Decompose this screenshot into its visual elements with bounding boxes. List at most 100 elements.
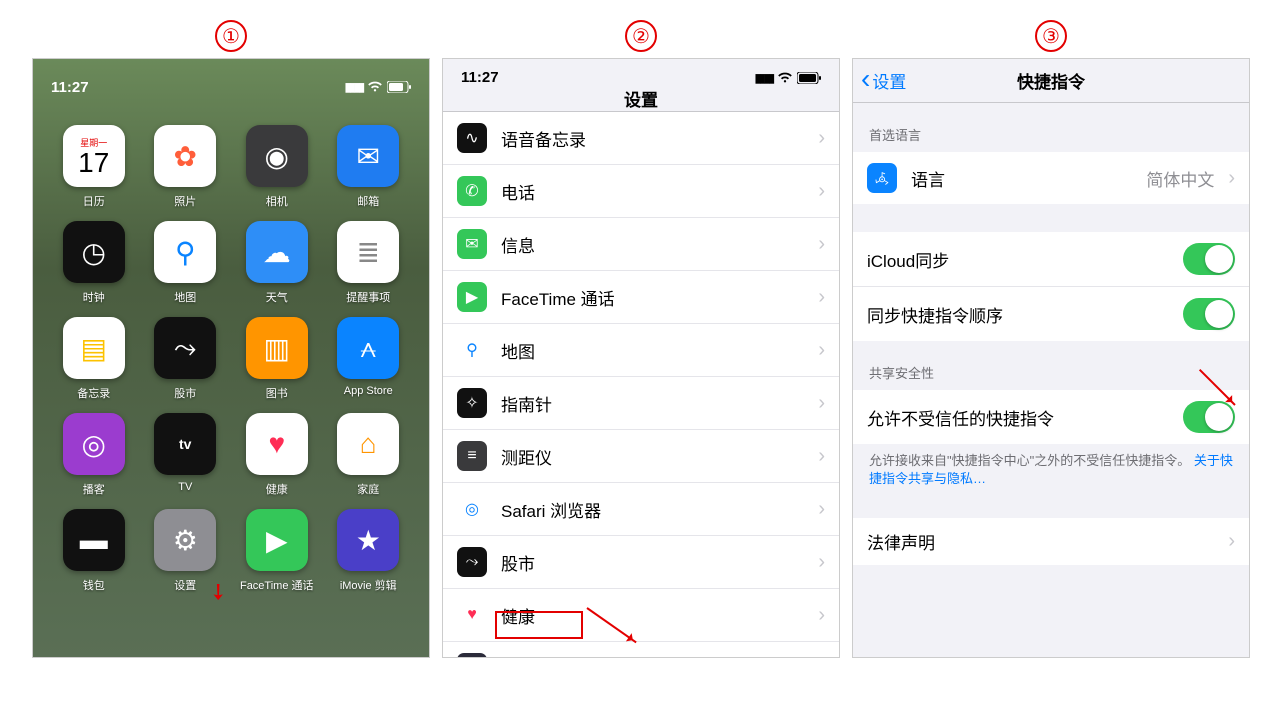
app-label: App Store xyxy=(344,385,393,397)
app-钱包[interactable]: ▬钱包 xyxy=(51,509,137,593)
status-icons: ▮▮▮▮ xyxy=(345,80,411,94)
step-badge-3: ③ xyxy=(1035,20,1067,52)
nav-bar: 设置 xyxy=(443,86,839,112)
app-label: 邮箱 xyxy=(357,193,379,209)
app-icon: ▥ xyxy=(246,317,308,379)
row-icon: ♥ xyxy=(457,600,487,630)
row-icon: ∿ xyxy=(457,123,487,153)
app-icon: ◉ xyxy=(246,125,308,187)
app-label: 图书 xyxy=(266,385,288,401)
app-iMovie 剪辑[interactable]: ★ iMovie 剪辑 xyxy=(326,509,412,593)
settings-row-指南针[interactable]: ✧指南针› xyxy=(443,377,839,430)
app-icon: ▤ xyxy=(63,317,125,379)
settings-row-电话[interactable]: ✆电话› xyxy=(443,165,839,218)
toggle-sync-order[interactable] xyxy=(1183,298,1235,330)
nav-back-label: 设置 xyxy=(872,68,906,93)
app-icon: ⌂ xyxy=(337,413,399,475)
app-TV[interactable]: tvTV xyxy=(143,413,229,497)
toggle-icloud-sync[interactable] xyxy=(1183,243,1235,275)
panel-home-screen: 11:27 ▮▮▮▮ 星期一17日历✿照片 ◉ 相机 ✉邮箱 ◷时钟 ⚲ 地图 ☁天气≣提醒事… xyxy=(32,58,430,658)
chevron-right-icon: › xyxy=(818,657,825,659)
toggle-allow-untrusted[interactable] xyxy=(1183,401,1235,433)
app-label: 播客 xyxy=(83,481,105,497)
settings-row-Safari 浏览器[interactable]: ◎Safari 浏览器› xyxy=(443,483,839,536)
status-bar: 11:27 ▮▮▮▮ xyxy=(443,59,839,86)
app-天气[interactable]: ☁天气 xyxy=(234,221,320,305)
app-icon: ⚙ xyxy=(154,509,216,571)
app-FaceTime 通话[interactable]: ▶FaceTime 通话 xyxy=(234,509,320,593)
app-播客[interactable]: ◎ 播客 xyxy=(51,413,137,497)
row-label: 测距仪 xyxy=(501,444,804,469)
app-健康[interactable]: ♥ 健康 xyxy=(234,413,320,497)
settings-row-语音备忘录[interactable]: ∿语音备忘录› xyxy=(443,112,839,165)
app-icon: ★ xyxy=(337,509,399,571)
row-icon: ◎ xyxy=(457,494,487,524)
app-label: 地图 xyxy=(174,289,196,305)
wifi-icon xyxy=(367,81,383,93)
app-label: TV xyxy=(178,481,192,493)
app-股市[interactable]: ⤳股市 xyxy=(143,317,229,401)
app-时钟[interactable]: ◷时钟 xyxy=(51,221,137,305)
app-label: iMovie 剪辑 xyxy=(340,577,397,593)
footer-text: 允许接收来自"快捷指令中心"之外的不受信任快捷指令。 xyxy=(869,453,1190,468)
settings-row-地图[interactable]: ⚲ 地图 › xyxy=(443,324,839,377)
settings-row-测距仪[interactable]: ≡测距仪› xyxy=(443,430,839,483)
app-地图[interactable]: ⚲ 地图 xyxy=(143,221,229,305)
app-家庭[interactable]: ⌂家庭 xyxy=(326,413,412,497)
chevron-right-icon: › xyxy=(818,445,825,468)
row-label: 允许不受信任的快捷指令 xyxy=(867,405,1169,430)
app-相机[interactable]: ◉ 相机 xyxy=(234,125,320,209)
settings-row-快捷指令[interactable]: ⧉快捷指令› xyxy=(443,642,839,658)
row-language[interactable]: 𖥂 语言 简体中文 › xyxy=(853,152,1249,204)
settings-row-信息[interactable]: ✉信息› xyxy=(443,218,839,271)
app-icon: ▬ xyxy=(63,509,125,571)
app-日历[interactable]: 星期一17日历 xyxy=(51,125,137,209)
row-icon: ✉ xyxy=(457,229,487,259)
row-label: iCloud同步 xyxy=(867,247,1169,272)
row-legal[interactable]: 法律声明 › xyxy=(853,518,1249,565)
app-icon: ♥ xyxy=(246,413,308,475)
app-备忘录[interactable]: ▤备忘录 xyxy=(51,317,137,401)
app-icon: ⚲ xyxy=(154,221,216,283)
group-header-language: 首选语言 xyxy=(853,103,1249,152)
row-label: FaceTime 通话 xyxy=(501,285,804,310)
chevron-right-icon: › xyxy=(818,233,825,256)
row-icon: ⤳ xyxy=(457,547,487,577)
row-icon: ⚲ xyxy=(457,335,487,365)
app-邮箱[interactable]: ✉邮箱 xyxy=(326,125,412,209)
app-图书[interactable]: ▥ 图书 xyxy=(234,317,320,401)
app-icon: ◎ xyxy=(63,413,125,475)
chevron-right-icon: › xyxy=(818,604,825,627)
app-label: 相机 xyxy=(266,193,288,209)
battery-icon xyxy=(387,81,411,93)
app-icon: ≣ xyxy=(337,221,399,283)
status-bar: 11:27 ▮▮▮▮ xyxy=(33,77,429,97)
row-label: Safari 浏览器 xyxy=(501,497,804,522)
row-label: 语音备忘录 xyxy=(501,126,804,151)
row-label: 指南针 xyxy=(501,391,804,416)
app-icon: ⤳ xyxy=(154,317,216,379)
chevron-right-icon: › xyxy=(1228,167,1235,190)
app-提醒事项[interactable]: ≣提醒事项 xyxy=(326,221,412,305)
app-icon: 星期一17 xyxy=(63,125,125,187)
wifi-icon xyxy=(777,72,793,84)
app-label: 健康 xyxy=(266,481,288,497)
row-icon: ⧉ xyxy=(457,653,487,658)
row-label: 语言 xyxy=(911,166,1132,191)
settings-row-健康[interactable]: ♥健康› xyxy=(443,589,839,642)
settings-row-FaceTime 通话[interactable]: ▶FaceTime 通话› xyxy=(443,271,839,324)
row-label: 地图 xyxy=(501,338,804,363)
signal-icon: ▮▮▮▮ xyxy=(755,71,773,85)
app-照片[interactable]: ✿照片 xyxy=(143,125,229,209)
home-screen-grid: 星期一17日历✿照片 ◉ 相机 ✉邮箱 ◷时钟 ⚲ 地图 ☁天气≣提醒事项 ▤备忘录⤳股市 ▥ 图书… xyxy=(33,97,429,593)
settings-row-股市[interactable]: ⤳股市› xyxy=(443,536,839,589)
app-label: FaceTime 通话 xyxy=(240,577,314,593)
row-label: 股市 xyxy=(501,550,804,575)
nav-back-button[interactable]: 设置 xyxy=(861,68,906,93)
nav-title: 快捷指令 xyxy=(1017,68,1085,93)
app-label: 时钟 xyxy=(83,289,105,305)
app-App Store[interactable]: ⩜App Store xyxy=(326,317,412,401)
app-label: 照片 xyxy=(174,193,196,209)
chevron-right-icon: › xyxy=(818,339,825,362)
chevron-right-icon: › xyxy=(818,286,825,309)
